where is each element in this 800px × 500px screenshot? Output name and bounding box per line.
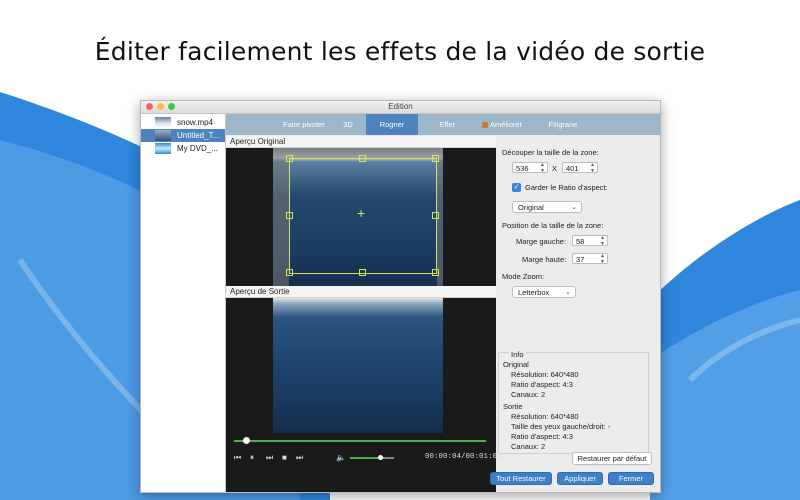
stepper-arrows-icon: ▲ ▼	[590, 162, 595, 174]
keep-ratio-checkbox[interactable]: ✓	[512, 183, 521, 192]
video-thumbnail-icon	[155, 117, 171, 128]
crop-handle-top[interactable]	[359, 155, 366, 162]
info-original-ratio: Ratio d'aspect: 4:3	[511, 380, 573, 389]
crop-width-value: 536	[516, 164, 529, 173]
crop-size-label: Découper la taille de la zone:	[502, 148, 599, 157]
progress-track[interactable]	[234, 440, 486, 442]
skip-forward-icon[interactable]: ⏭	[266, 453, 273, 463]
info-output-resolution: Résolution: 640*480	[511, 412, 579, 421]
top-margin-value: 37	[576, 255, 585, 264]
crop-x-separator: X	[552, 164, 558, 173]
crop-handle-right[interactable]	[432, 212, 439, 219]
time-display: 00:00:04/00:01:06	[425, 453, 502, 461]
info-original-title: Original	[503, 360, 529, 369]
left-margin-value: 58	[576, 237, 585, 246]
info-legend: Info	[509, 350, 526, 359]
preview-area: Aperçu Original + Aperçu de Sortie ⏮ ⏸ ⏭…	[226, 136, 502, 492]
tab-enhance[interactable]: Améliorer	[476, 114, 528, 135]
crop-center-crosshair-icon: +	[357, 205, 366, 221]
original-preview-label: Aperçu Original	[226, 136, 496, 148]
crop-handle-left[interactable]	[286, 212, 293, 219]
info-output-channels: Canaux: 2	[511, 442, 546, 451]
crop-handle-bottom-right[interactable]	[432, 269, 439, 276]
chevron-down-icon: ⌄	[565, 289, 571, 296]
zoom-mode-value: Letterbox	[518, 288, 550, 297]
output-preview	[226, 298, 496, 433]
tab-crop[interactable]: Rogner	[366, 114, 418, 135]
output-video-frame	[273, 298, 443, 433]
playback-controls: ⏮ ⏸ ⏭ ■ ⏭ 🔈 00:00:04/00:01:06	[226, 433, 502, 492]
position-label: Position de la taille de la zone:	[502, 221, 604, 230]
enhance-icon	[481, 122, 488, 129]
headline: Éditer facilement les effets de la vidéo…	[94, 37, 706, 66]
tab-watermark[interactable]: Filigrane	[538, 114, 588, 135]
stepper-arrows-icon: ▲ ▼	[600, 253, 605, 265]
crop-handle-top-right[interactable]	[432, 155, 439, 162]
volume-track[interactable]	[350, 457, 394, 459]
zoom-mode-select[interactable]: Letterbox ⌄	[512, 286, 576, 298]
info-output-eyes: Taille des yeux gauche/droit: -	[511, 422, 611, 431]
file-item-dvd[interactable]: My DVD_...	[141, 142, 225, 155]
file-name: My DVD_...	[177, 144, 218, 153]
tab-3d[interactable]: 3D	[338, 114, 358, 135]
next-frame-icon[interactable]: ⏭	[296, 453, 303, 463]
stepper-arrows-icon: ▲ ▼	[540, 162, 545, 174]
left-margin-label: Marge gauche:	[516, 237, 567, 246]
volume-fill	[350, 457, 381, 459]
title-bar: Edition	[141, 101, 660, 114]
original-preview: +	[226, 148, 496, 286]
crop-handle-top-left[interactable]	[286, 155, 293, 162]
crop-width-stepper[interactable]: 536 ▲ ▼	[512, 162, 548, 173]
file-list: snow.mp4 Untitled_T... My DVD_...	[141, 114, 226, 492]
file-name: snow.mp4	[177, 118, 214, 127]
video-thumbnail-icon	[155, 143, 171, 154]
info-box: Info Original Résolution: 640*480 Ratio …	[498, 350, 649, 454]
restore-default-button[interactable]: Restaurer par défaut	[572, 452, 652, 465]
output-preview-label: Aperçu de Sortie	[226, 286, 496, 298]
info-original-resolution: Résolution: 640*480	[511, 370, 579, 379]
file-item-untitled[interactable]: Untitled_T...	[141, 129, 225, 142]
top-margin-stepper[interactable]: 37 ▲ ▼	[572, 253, 608, 264]
pause-icon[interactable]: ⏸	[250, 453, 254, 463]
progress-knob[interactable]	[243, 437, 251, 444]
file-name: Untitled_T...	[177, 131, 220, 140]
file-item-snow[interactable]: snow.mp4	[141, 116, 225, 129]
info-output-title: Sortie	[503, 402, 523, 411]
ratio-select-value: Original	[518, 203, 544, 212]
left-margin-stepper[interactable]: 58 ▲ ▼	[572, 235, 608, 246]
info-original-channels: Canaux: 2	[511, 390, 546, 399]
tab-enhance-label: Améliorer	[489, 120, 523, 129]
stop-icon[interactable]: ■	[282, 453, 287, 462]
top-margin-label: Marge haute:	[522, 255, 567, 264]
crop-handle-bottom-left[interactable]	[286, 269, 293, 276]
crop-settings-panel: Découper la taille de la zone: 536 ▲ ▼ X …	[498, 136, 658, 492]
keep-ratio-label: Garder le Ratio d'aspect:	[525, 183, 608, 192]
video-thumbnail-icon	[155, 130, 171, 141]
skip-back-icon[interactable]: ⏮	[234, 453, 241, 463]
ratio-select[interactable]: Original ⌄	[512, 201, 582, 213]
edit-tab-bar: Faire pivoter 3D Rogner Effet Améliorer …	[226, 114, 660, 135]
window-title: Edition	[388, 102, 413, 111]
crop-handle-bottom[interactable]	[359, 269, 366, 276]
crop-height-value: 401	[566, 164, 579, 173]
chevron-down-icon: ⌄	[571, 204, 577, 211]
stepper-arrows-icon: ▲ ▼	[600, 235, 605, 247]
apply-button[interactable]: Appliquer	[557, 472, 603, 485]
info-output-ratio: Ratio d'aspect: 4:3	[511, 432, 573, 441]
volume-knob[interactable]	[378, 455, 384, 460]
tab-rotate[interactable]: Faire pivoter	[274, 114, 334, 135]
restore-all-button[interactable]: Tout Restaurer	[490, 472, 552, 485]
zoom-mode-label: Mode Zoom:	[502, 272, 545, 281]
edition-window: Edition snow.mp4 Untitled_T... My DVD_..…	[140, 100, 661, 493]
tab-effect[interactable]: Effet	[432, 114, 462, 135]
crop-height-stepper[interactable]: 401 ▲ ▼	[562, 162, 598, 173]
close-button[interactable]: Fermer	[608, 472, 654, 485]
volume-icon[interactable]: 🔈	[336, 453, 346, 462]
